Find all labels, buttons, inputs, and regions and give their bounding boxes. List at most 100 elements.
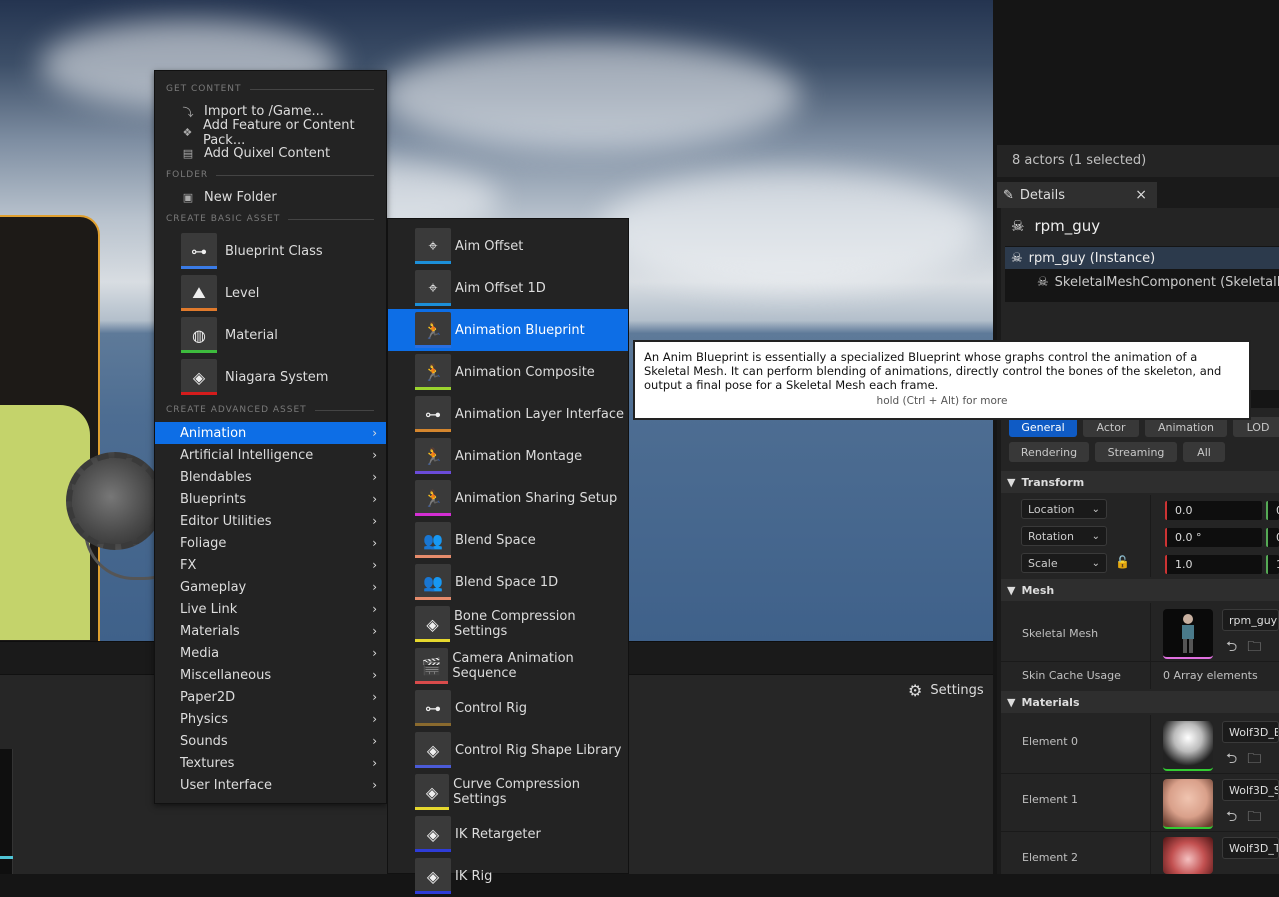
menu-item-bone-compression-settings[interactable]: ◈ Bone Compression Settings bbox=[388, 603, 628, 645]
cube-icon: ◈ bbox=[181, 359, 217, 395]
use-selected-icon[interactable]: ⮌ bbox=[1226, 806, 1237, 830]
section-mesh[interactable]: ▼ Mesh bbox=[1001, 579, 1279, 601]
filter-actor[interactable]: Actor bbox=[1083, 417, 1139, 437]
chevron-right-icon: › bbox=[372, 470, 377, 484]
section-transform[interactable]: ▼ Transform bbox=[1001, 471, 1279, 493]
filter-lod[interactable]: LOD bbox=[1233, 417, 1279, 437]
location-y-field[interactable]: 0 bbox=[1266, 501, 1279, 520]
rotation-dropdown[interactable]: Rotation ⌄ bbox=[1021, 526, 1107, 546]
section-materials[interactable]: ▼ Materials bbox=[1001, 691, 1279, 713]
close-icon[interactable]: × bbox=[1135, 187, 1147, 203]
rotation-x-field[interactable]: 0.0 ° bbox=[1165, 528, 1262, 547]
filter-animation[interactable]: Animation bbox=[1145, 417, 1227, 437]
material-asset-field[interactable]: Wolf3D_Te bbox=[1222, 837, 1279, 859]
browse-folder-icon[interactable]: 🗀 bbox=[1247, 636, 1261, 660]
menu-item-ik-rig[interactable]: ◈ IK Rig bbox=[388, 855, 628, 897]
menu-item-control-rig[interactable]: ⊶ Control Rig bbox=[388, 687, 628, 729]
menu-item-control-rig-shape-library[interactable]: ◈ Control Rig Shape Library bbox=[388, 729, 628, 771]
submenu-sounds[interactable]: Sounds › bbox=[155, 730, 386, 752]
chevron-right-icon: › bbox=[372, 712, 377, 726]
scale-x-field[interactable]: 1.0 bbox=[1165, 555, 1262, 574]
tree-row-skeletal-mesh-component[interactable]: ☠ SkeletalMeshComponent (SkeletalMes bbox=[1005, 271, 1279, 293]
scale-dropdown[interactable]: Scale ⌄ bbox=[1021, 553, 1107, 573]
submenu-physics[interactable]: Physics › bbox=[155, 708, 386, 730]
tree-row-instance[interactable]: ☠ rpm_guy (Instance) bbox=[1005, 247, 1279, 269]
lock-icon[interactable]: 🔓 bbox=[1115, 555, 1130, 569]
submenu-gameplay[interactable]: Gameplay › bbox=[155, 576, 386, 598]
menu-item-animation-blueprint[interactable]: 🏃 Animation Blueprint bbox=[388, 309, 628, 351]
menu-item-level[interactable]: ⛰ Level bbox=[155, 272, 386, 314]
menu-item-camera-animation-sequence[interactable]: 🎬 Camera Animation Sequence bbox=[388, 645, 628, 687]
material-thumbnail[interactable] bbox=[1163, 779, 1213, 829]
material-thumbnail[interactable] bbox=[1163, 721, 1213, 771]
menu-item-animation-montage[interactable]: 🏃 Animation Montage bbox=[388, 435, 628, 477]
location-x-field[interactable]: 0.0 bbox=[1165, 501, 1262, 520]
material-asset-field[interactable]: Wolf3D_Sk bbox=[1222, 779, 1279, 801]
filter-all[interactable]: All bbox=[1183, 442, 1225, 462]
filter-streaming[interactable]: Streaming bbox=[1095, 442, 1177, 462]
menu-item-new-folder[interactable]: ▣ New Folder bbox=[155, 187, 386, 208]
icon-glyph: 🏃 bbox=[423, 362, 443, 382]
submenu-artificial-intelligence[interactable]: Artificial Intelligence › bbox=[155, 444, 386, 466]
submenu-label: Artificial Intelligence bbox=[180, 447, 314, 463]
menu-item-label: Aim Offset 1D bbox=[455, 280, 546, 296]
browse-folder-icon[interactable]: 🗀 bbox=[1247, 748, 1261, 772]
menu-item-curve-compression-settings[interactable]: ◈ Curve Compression Settings bbox=[388, 771, 628, 813]
submenu-blueprints[interactable]: Blueprints › bbox=[155, 488, 386, 510]
menu-item-add-feature-pack[interactable]: ❖ Add Feature or Content Pack... bbox=[155, 118, 386, 148]
filter-rendering[interactable]: Rendering bbox=[1009, 442, 1089, 462]
outliner-list[interactable] bbox=[997, 0, 1279, 145]
use-selected-icon[interactable]: ⮌ bbox=[1226, 748, 1237, 772]
use-selected-icon[interactable]: ⮌ bbox=[1226, 636, 1237, 660]
scale-y-field[interactable]: 1 bbox=[1266, 555, 1279, 574]
menu-item-ik-retargeter[interactable]: ◈ IK Retargeter bbox=[388, 813, 628, 855]
asset-color-bar bbox=[415, 261, 451, 264]
submenu-label: Textures bbox=[180, 755, 235, 771]
filter-general[interactable]: General bbox=[1009, 417, 1077, 437]
menu-item-niagara-system[interactable]: ◈ Niagara System bbox=[155, 356, 386, 398]
menu-item-add-quixel[interactable]: ▤ Add Quixel Content bbox=[155, 143, 386, 164]
cube-icon: ◈ bbox=[415, 606, 450, 642]
menu-item-animation-sharing-setup[interactable]: 🏃 Animation Sharing Setup bbox=[388, 477, 628, 519]
submenu-foliage[interactable]: Foliage › bbox=[155, 532, 386, 554]
menu-item-aim-offset-1d[interactable]: ⌖ Aim Offset 1D bbox=[388, 267, 628, 309]
chevron-down-icon: ⌄ bbox=[1091, 557, 1100, 569]
submenu-fx[interactable]: FX › bbox=[155, 554, 386, 576]
asset-color-bar bbox=[415, 849, 451, 852]
settings-button[interactable]: ⚙ Settings bbox=[908, 680, 984, 700]
skeletal-mesh-thumbnail[interactable] bbox=[1163, 609, 1213, 659]
location-dropdown[interactable]: Location ⌄ bbox=[1021, 499, 1107, 519]
skeletal-mesh-asset-field[interactable]: rpm_guy bbox=[1222, 609, 1279, 631]
menu-item-blend-space-1d[interactable]: 👥 Blend Space 1D bbox=[388, 561, 628, 603]
menu-item-aim-offset[interactable]: ⌖ Aim Offset bbox=[388, 225, 628, 267]
submenu-label: Gameplay bbox=[180, 579, 247, 595]
browse-folder-icon[interactable]: 🗀 bbox=[1247, 806, 1261, 830]
asset-color-bar bbox=[415, 387, 451, 390]
menu-item-animation-composite[interactable]: 🏃 Animation Composite bbox=[388, 351, 628, 393]
submenu-animation[interactable]: Animation › bbox=[155, 422, 386, 444]
submenu-user-interface[interactable]: User Interface › bbox=[155, 774, 386, 796]
asset-tooltip: An Anim Blueprint is essentially a speci… bbox=[633, 340, 1251, 420]
submenu-blendables[interactable]: Blendables › bbox=[155, 466, 386, 488]
tab-details[interactable]: ✎ Details × bbox=[997, 182, 1157, 208]
submenu-paper2d[interactable]: Paper2D › bbox=[155, 686, 386, 708]
submenu-media[interactable]: Media › bbox=[155, 642, 386, 664]
menu-item-material[interactable]: ◍ Material bbox=[155, 314, 386, 356]
submenu-materials[interactable]: Materials › bbox=[155, 620, 386, 642]
running-figure-icon: 🏃 bbox=[415, 438, 451, 474]
character-gizmo[interactable] bbox=[66, 452, 164, 550]
submenu-editor-utilities[interactable]: Editor Utilities › bbox=[155, 510, 386, 532]
submenu-live-link[interactable]: Live Link › bbox=[155, 598, 386, 620]
import-icon: ⤵ bbox=[182, 105, 194, 119]
icon-glyph: ⊶ bbox=[425, 404, 441, 424]
menu-item-blueprint-class[interactable]: ⊶ Blueprint Class bbox=[155, 230, 386, 272]
material-asset-field[interactable]: Wolf3D_Ey bbox=[1222, 721, 1279, 743]
tooltip-text: An Anim Blueprint is essentially a speci… bbox=[644, 350, 1222, 392]
submenu-miscellaneous[interactable]: Miscellaneous › bbox=[155, 664, 386, 686]
rotation-y-field[interactable]: 0 bbox=[1266, 528, 1279, 547]
menu-item-animation-layer-interface[interactable]: ⊶ Animation Layer Interface bbox=[388, 393, 628, 435]
material-thumbnail[interactable] bbox=[1163, 837, 1213, 874]
menu-item-blend-space[interactable]: 👥 Blend Space bbox=[388, 519, 628, 561]
icon-glyph: ◈ bbox=[426, 614, 439, 634]
submenu-textures[interactable]: Textures › bbox=[155, 752, 386, 774]
